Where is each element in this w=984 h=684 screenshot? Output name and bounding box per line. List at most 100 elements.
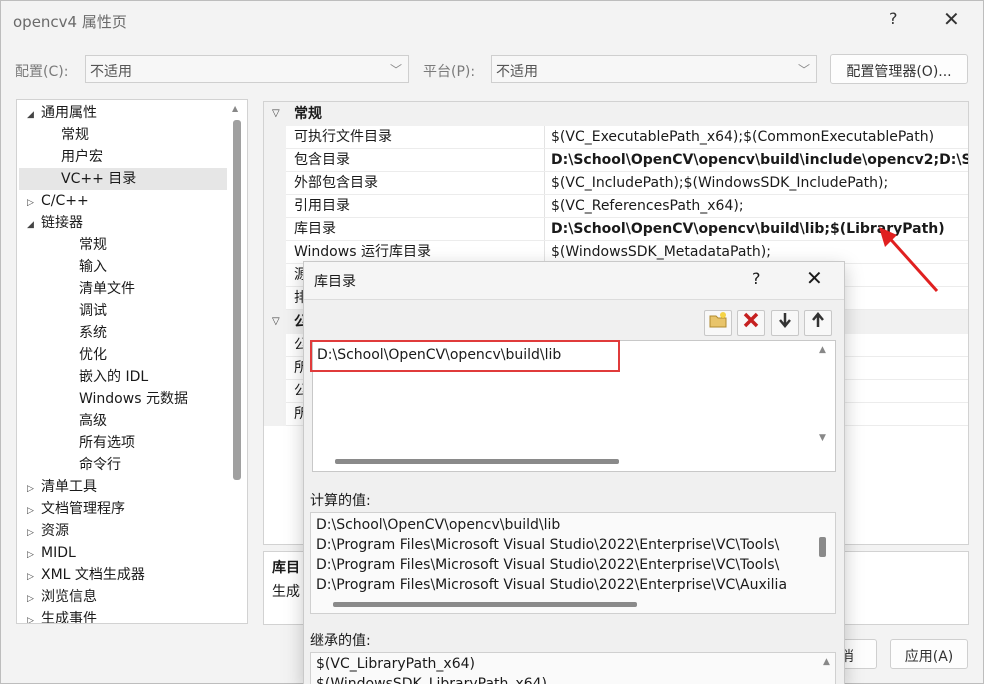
tree-item[interactable]: 常规: [79, 234, 107, 256]
expand-icon[interactable]: ▷: [27, 192, 41, 214]
expand-icon[interactable]: ▷: [27, 522, 41, 544]
tree-item[interactable]: 嵌入的 IDL: [79, 366, 148, 388]
tree-item[interactable]: 清单文件: [79, 278, 135, 300]
tree-item-label: 文档管理程序: [41, 501, 125, 517]
computed-vertical-scrollbar[interactable]: [819, 537, 826, 557]
tree-item[interactable]: 优化: [79, 344, 107, 366]
chevron-down-icon: ﹀: [797, 63, 810, 77]
property-row[interactable]: 可执行文件目录 $(VC_ExecutablePath_x64);$(Common…: [264, 126, 968, 149]
row-gutter: [264, 403, 286, 426]
tree-item[interactable]: 所有选项: [79, 432, 135, 454]
scroll-up-icon[interactable]: ▲: [232, 104, 238, 113]
expand-icon[interactable]: ▷: [27, 610, 41, 623]
property-row[interactable]: 库目录 D:\School\OpenCV\opencv\build\lib;$(L…: [264, 218, 968, 241]
computed-value-line: D:\Program Files\Microsoft Visual Studio…: [316, 537, 780, 553]
row-gutter: [264, 126, 286, 149]
tree-item[interactable]: 命令行: [79, 454, 121, 476]
library-directories-dialog: 库目录 ? ✕ D:\School\OpenCV\opencv\build\li…: [303, 261, 845, 684]
property-name: Windows 运行库目录: [294, 244, 431, 260]
row-gutter: [264, 287, 286, 310]
computed-values-box: D:\School\OpenCV\opencv\build\lib D:\Prog…: [310, 512, 836, 614]
tree-item[interactable]: VC++ 目录: [19, 168, 227, 190]
tree-item[interactable]: ▷ C/C++: [27, 190, 89, 212]
platform-label: 平台(P):: [423, 64, 476, 80]
row-gutter: [264, 264, 286, 287]
tree-item[interactable]: 用户宏: [61, 146, 103, 168]
tree-item-label: 优化: [79, 347, 107, 363]
scroll-up-icon[interactable]: ▲: [819, 345, 826, 355]
window-title: opencv4 属性页: [13, 13, 127, 31]
tree-item[interactable]: ▷ 文档管理程序: [27, 498, 125, 520]
row-gutter: [264, 357, 286, 380]
tree-item[interactable]: 输入: [79, 256, 107, 278]
tree-item-label: 生成事件: [41, 611, 97, 624]
tree-item[interactable]: 调试: [79, 300, 107, 322]
tree-item[interactable]: 高级: [79, 410, 107, 432]
collapse-icon[interactable]: ◢: [27, 104, 41, 126]
expand-icon[interactable]: ▷: [27, 478, 41, 500]
property-value[interactable]: $(VC_ExecutablePath_x64);$(CommonExecuta…: [551, 126, 968, 148]
dialog-help-button[interactable]: ?: [752, 269, 761, 288]
property-pages-window: opencv4 属性页 ? ✕ 配置(C): 不适用 ﹀ 平台(P): 不适用 …: [0, 0, 984, 684]
property-value[interactable]: $(VC_ReferencesPath_x64);: [551, 195, 968, 217]
tree-item[interactable]: ◢ 通用属性: [27, 102, 97, 124]
tree-item[interactable]: ◢ 链接器: [27, 212, 83, 234]
help-button[interactable]: ?: [889, 9, 898, 28]
title-bar: opencv4 属性页 ? ✕: [1, 1, 983, 39]
new-line-folder-icon[interactable]: [704, 310, 732, 336]
dialog-close-button[interactable]: ✕: [806, 266, 823, 290]
property-row[interactable]: 外部包含目录 $(VC_IncludePath);$(WindowsSDK_Inc…: [264, 172, 968, 195]
apply-button[interactable]: 应用(A): [890, 639, 968, 669]
tree-item-label: 清单工具: [41, 479, 97, 495]
tree-item[interactable]: ▷ MIDL: [27, 542, 76, 564]
tree-item-label: 常规: [61, 127, 89, 143]
config-manager-button[interactable]: 配置管理器(O)...: [830, 54, 968, 84]
row-gutter: [264, 218, 286, 241]
property-name: 包含目录: [294, 152, 350, 168]
expand-icon[interactable]: ▷: [27, 544, 41, 566]
property-row[interactable]: 引用目录 $(VC_ReferencesPath_x64);: [264, 195, 968, 218]
tree-item[interactable]: ▷ XML 文档生成器: [27, 564, 145, 586]
list-horizontal-scrollbar[interactable]: [335, 459, 619, 464]
row-gutter: [264, 172, 286, 195]
tree-item[interactable]: Windows 元数据: [79, 388, 188, 410]
property-row[interactable]: 包含目录 D:\School\OpenCV\opencv\build\includ…: [264, 149, 968, 172]
computed-horizontal-scrollbar[interactable]: [333, 602, 637, 607]
tree-item[interactable]: ▷ 清单工具: [27, 476, 97, 498]
collapse-icon[interactable]: ◢: [27, 214, 41, 236]
tree-item-label: 输入: [79, 259, 107, 275]
inherited-value-line: $(WindowsSDK_LibraryPath_x64): [316, 676, 547, 684]
property-value[interactable]: $(VC_IncludePath);$(WindowsSDK_IncludePa…: [551, 172, 968, 194]
delete-icon[interactable]: [737, 310, 765, 336]
tree-item[interactable]: ▷ 浏览信息: [27, 586, 97, 608]
expand-icon[interactable]: ▷: [27, 566, 41, 588]
platform-select[interactable]: 不适用 ﹀: [491, 55, 817, 83]
tree-scrollbar[interactable]: [233, 120, 241, 480]
tree-item-label: 清单文件: [79, 281, 135, 297]
row-gutter: [264, 149, 286, 172]
tree-item-label: 链接器: [41, 215, 83, 231]
config-select[interactable]: 不适用 ﹀: [85, 55, 409, 83]
close-button[interactable]: ✕: [943, 7, 960, 31]
tree-item[interactable]: ▷ 生成事件: [27, 608, 97, 624]
computed-value-line: D:\Program Files\Microsoft Visual Studio…: [316, 577, 788, 593]
tree-item-label: Windows 元数据: [79, 391, 188, 407]
move-up-icon[interactable]: [804, 310, 832, 336]
expand-icon[interactable]: ▷: [27, 588, 41, 610]
chevron-down-icon: ▽: [272, 108, 280, 119]
property-value[interactable]: D:\School\OpenCV\opencv\build\include\op…: [551, 149, 968, 171]
highlight-box: [310, 340, 620, 372]
tree-item[interactable]: 常规: [61, 124, 89, 146]
computed-value-line: D:\School\OpenCV\opencv\build\lib: [316, 517, 561, 533]
section-general[interactable]: ▽ 常规: [264, 102, 968, 126]
scroll-up-icon[interactable]: ▲: [823, 657, 830, 667]
move-down-icon[interactable]: [771, 310, 799, 336]
expand-icon[interactable]: ▷: [27, 500, 41, 522]
scroll-down-icon[interactable]: ▼: [819, 433, 826, 443]
dialog-title: 库目录: [314, 274, 356, 290]
inherited-values-label: 继承的值:: [310, 633, 371, 649]
tree-item[interactable]: ▷ 资源: [27, 520, 69, 542]
platform-value: 不适用: [496, 64, 538, 80]
tree-item[interactable]: 系统: [79, 322, 107, 344]
tree-item-label: 通用属性: [41, 105, 97, 121]
